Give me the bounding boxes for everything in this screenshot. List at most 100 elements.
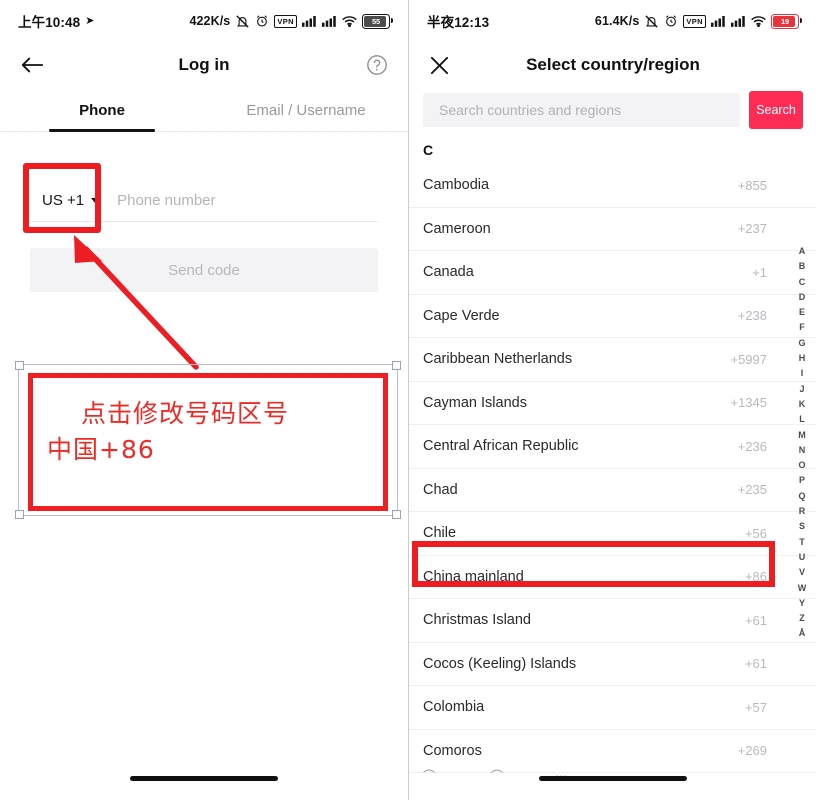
search-button[interactable]: Search (749, 91, 803, 129)
alpha-index-letter[interactable]: Å (799, 626, 806, 641)
screenshot-root: 上午10:48 ➤ 422K/s VPN 55 Log in Phone Ema… (0, 0, 816, 800)
alphabet-index[interactable]: ABCDEFGHIJKLMNOPQRSTUVWYZÅ (791, 244, 813, 642)
status-time: 上午10:48 (18, 15, 81, 30)
alarm-clock-icon (664, 14, 678, 28)
resize-handle-bl[interactable] (15, 510, 24, 519)
alpha-index-letter[interactable]: D (799, 290, 806, 305)
resize-handle-tr[interactable] (392, 361, 401, 370)
alpha-index-letter[interactable]: U (799, 550, 806, 565)
country-row[interactable]: Comoros +269 (409, 730, 816, 773)
alpha-index-letter[interactable]: G (798, 336, 805, 351)
battery-percent: 19 (781, 16, 789, 26)
help-question-icon[interactable] (366, 54, 388, 76)
annotation-line-2: 中国+86 (47, 435, 155, 465)
country-row[interactable]: China mainland +86 (409, 556, 816, 599)
country-name: Colombia (423, 699, 485, 716)
alpha-index-letter[interactable]: P (799, 473, 805, 488)
search-input[interactable] (423, 102, 740, 118)
section-header-letter: C (423, 142, 434, 158)
tab-email-username[interactable]: Email / Username (204, 88, 408, 132)
page-title: Select country/region (526, 55, 700, 74)
alpha-index-letter[interactable]: O (798, 458, 805, 473)
signal-1-icon (711, 15, 726, 27)
resize-handle-br[interactable] (392, 510, 401, 519)
back-arrow-icon[interactable] (20, 55, 44, 75)
location-caret-icon: ➤ (85, 14, 95, 27)
phone-row: US +1 (30, 179, 378, 222)
vpn-icon: VPN (683, 14, 706, 28)
country-name: Cameroon (423, 220, 491, 237)
network-speed: 422K/s (189, 14, 231, 28)
phone-number-input[interactable] (109, 190, 378, 210)
close-x-icon[interactable] (429, 55, 450, 76)
resize-handle-tl[interactable] (15, 361, 24, 370)
country-picker-navbar: Select country/region (409, 42, 816, 88)
country-row[interactable]: Central African Republic +236 (409, 425, 816, 469)
vpn-icon: VPN (274, 14, 297, 28)
country-name: Central African Republic (423, 438, 579, 455)
send-code-button[interactable]: Send code (30, 248, 378, 292)
alpha-index-letter[interactable]: C (799, 275, 806, 290)
alpha-index-letter[interactable]: R (799, 504, 806, 519)
country-name: Chad (423, 481, 458, 498)
alpha-index-letter[interactable]: V (799, 565, 805, 580)
country-row[interactable]: Colombia +57 (409, 686, 816, 730)
tab-phone[interactable]: Phone (0, 88, 204, 132)
alpha-index-letter[interactable]: Y (799, 596, 805, 611)
chevron-down-icon (91, 197, 100, 203)
country-code-selector[interactable]: US +1 (30, 192, 109, 209)
alarm-clock-icon (255, 14, 269, 28)
alpha-index-letter[interactable]: Z (799, 611, 805, 626)
country-row[interactable]: Canada +1 (409, 251, 816, 295)
alpha-index-letter[interactable]: K (799, 397, 806, 412)
country-row[interactable]: Cameroon +237 (409, 208, 816, 251)
search-field[interactable] (423, 93, 740, 127)
country-name: Cape Verde (423, 307, 500, 324)
country-row[interactable]: Christmas Island +61 (409, 599, 816, 643)
country-row[interactable]: Cape Verde +238 (409, 295, 816, 338)
country-dial-code: +855 (737, 177, 767, 193)
phone-entry-section: US +1 (30, 179, 378, 222)
country-name: Cocos (Keeling) Islands (423, 655, 577, 672)
alpha-index-letter[interactable]: L (799, 412, 805, 427)
alpha-index-letter[interactable]: E (799, 305, 805, 320)
network-speed: 61.4K/s (594, 14, 640, 28)
alpha-index-letter[interactable]: I (801, 366, 804, 381)
country-row[interactable]: Cayman Islands +1345 (409, 382, 816, 425)
country-picker-panel: 半夜12:13 61.4K/s VPN 19 Select country/re… (408, 0, 816, 800)
country-row[interactable]: Chad +235 (409, 469, 816, 512)
signal-1-icon (302, 15, 317, 27)
country-code-label: US +1 (42, 191, 85, 209)
country-row[interactable]: Chile +56 (409, 512, 816, 556)
country-row[interactable]: Caribbean Netherlands +5997 (409, 338, 816, 382)
battery-icon: 19 (771, 13, 803, 29)
search-row: Search (409, 88, 816, 129)
alpha-index-letter[interactable]: T (799, 535, 805, 550)
country-name: Cambodia (423, 177, 490, 194)
alpha-index-letter[interactable]: B (799, 259, 806, 274)
alpha-index-letter[interactable]: M (798, 428, 806, 443)
country-row[interactable]: Cocos (Keeling) Islands +61 (409, 643, 816, 686)
mute-alarm-icon (235, 14, 250, 29)
alpha-index-letter[interactable]: H (799, 351, 806, 366)
alpha-index-letter[interactable]: S (799, 519, 805, 534)
alpha-index-letter[interactable]: W (798, 581, 807, 596)
alpha-index-letter[interactable]: A (799, 244, 806, 259)
alpha-index-letter[interactable]: N (799, 443, 806, 458)
signal-2-hd-icon (322, 15, 337, 27)
country-name: Christmas Island (423, 612, 531, 629)
alpha-index-letter[interactable]: F (799, 320, 805, 335)
login-navbar: Log in (0, 42, 408, 88)
annotation-line-1: 点击修改号码区号 (81, 399, 290, 428)
battery-percent: 55 (372, 16, 380, 26)
status-icons-group: 61.4K/s VPN 19 (594, 13, 803, 29)
country-name: Canada (423, 264, 474, 281)
alpha-index-letter[interactable]: Q (798, 489, 805, 504)
country-dial-code: +61 (744, 656, 767, 672)
country-dial-code: +237 (737, 221, 767, 237)
page-title: Log in (178, 55, 230, 74)
alpha-index-letter[interactable]: J (799, 382, 804, 397)
battery-icon: 55 (362, 13, 394, 29)
country-row[interactable]: Cambodia +855 (409, 164, 816, 208)
mute-alarm-icon (644, 14, 659, 29)
